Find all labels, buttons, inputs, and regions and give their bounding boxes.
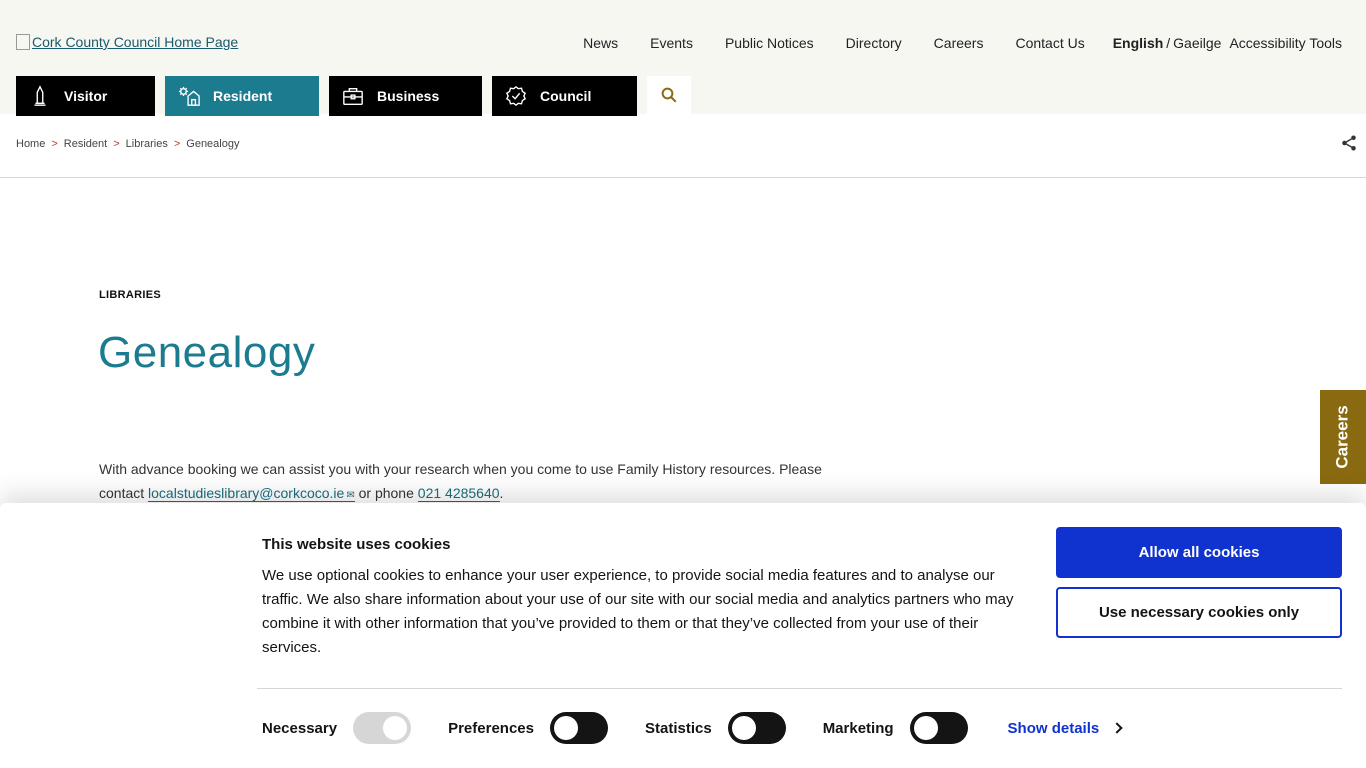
- audience-visitor-button[interactable]: Visitor: [16, 76, 155, 116]
- toggle-marketing[interactable]: [909, 712, 968, 744]
- audience-business-label: Business: [377, 88, 440, 104]
- audience-resident-label: Resident: [213, 88, 273, 104]
- audience-nav: Visitor Resident Business Council: [16, 76, 691, 116]
- lang-irish[interactable]: Gaeilge: [1173, 35, 1221, 51]
- envelope-icon: ✉: [346, 490, 355, 501]
- breadcrumb-genealogy: Genealogy: [186, 138, 240, 150]
- lang-separator: /: [1166, 35, 1171, 51]
- breadcrumb-bar: Home > Resident > Libraries > Genealogy: [0, 114, 1366, 178]
- top-nav: News Events Public Notices Directory Car…: [551, 35, 1342, 51]
- toggle-statistics[interactable]: [727, 712, 786, 744]
- audience-council-label: Council: [540, 88, 592, 104]
- monument-icon: [28, 84, 52, 108]
- toggle-group-preferences: Preferences: [448, 712, 608, 744]
- toggle-marketing-label: Marketing: [822, 719, 894, 737]
- audience-resident-button[interactable]: Resident: [165, 76, 319, 116]
- careers-tab-label: Careers: [1333, 405, 1353, 469]
- breadcrumb-separator: >: [173, 138, 181, 150]
- email-text: localstudieslibrary@corkcoco.ie: [148, 485, 345, 501]
- toggle-group-necessary: Necessary: [262, 712, 412, 744]
- nav-directory[interactable]: Directory: [846, 35, 902, 51]
- toggle-necessary: [353, 712, 412, 744]
- cookie-description: We use optional cookies to enhance your …: [262, 567, 1014, 656]
- breadcrumb-libraries[interactable]: Libraries: [126, 138, 168, 150]
- breadcrumb-separator: >: [51, 138, 58, 150]
- seal-check-icon: [504, 84, 528, 108]
- intro-text-end: .: [499, 485, 504, 501]
- share-button[interactable]: [1340, 134, 1358, 152]
- toggle-necessary-label: Necessary: [262, 719, 338, 737]
- necessary-cookies-only-button[interactable]: Use necessary cookies only: [1056, 587, 1342, 638]
- cookie-toggles: Necessary Preferences Statistics Marketi…: [262, 711, 1123, 745]
- logo-link[interactable]: Cork County Council Home Page: [16, 34, 238, 50]
- show-details-link[interactable]: Show details: [1007, 719, 1123, 737]
- breadcrumb-home[interactable]: Home: [16, 138, 45, 150]
- briefcase-icon: [341, 84, 365, 108]
- nav-careers[interactable]: Careers: [934, 35, 984, 51]
- toggle-group-statistics: Statistics: [645, 712, 786, 744]
- show-details-label: Show details: [1007, 719, 1100, 737]
- chevron-right-icon: [1111, 722, 1123, 734]
- audience-visitor-label: Visitor: [64, 88, 108, 104]
- lang-english[interactable]: English: [1113, 35, 1164, 51]
- logo-text: Cork County Council Home Page: [32, 34, 239, 50]
- phone-link[interactable]: 021 4285640: [417, 485, 500, 502]
- breadcrumb-separator: >: [113, 138, 120, 150]
- cookie-divider: [257, 688, 1342, 689]
- nav-public-notices[interactable]: Public Notices: [725, 35, 814, 51]
- nav-events[interactable]: Events: [650, 35, 693, 51]
- house-gear-icon: [177, 84, 201, 108]
- site-header: Cork County Council Home Page News Event…: [0, 0, 1366, 116]
- page-title: Genealogy: [98, 328, 316, 377]
- audience-business-button[interactable]: Business: [329, 76, 482, 116]
- toggle-statistics-label: Statistics: [644, 719, 712, 737]
- language-switcher: English / Gaeilge: [1113, 35, 1222, 51]
- broken-image-icon: [16, 34, 30, 50]
- cookie-banner: This website uses cookies We use optiona…: [0, 503, 1366, 768]
- nav-contact-us[interactable]: Contact Us: [1015, 35, 1084, 51]
- breadcrumb: Home > Resident > Libraries > Genealogy: [16, 138, 239, 150]
- toggle-preferences[interactable]: [549, 712, 608, 744]
- nav-news[interactable]: News: [583, 35, 618, 51]
- intro-paragraph: With advance booking we can assist you w…: [99, 457, 859, 508]
- search-button[interactable]: [647, 76, 691, 114]
- allow-all-cookies-button[interactable]: Allow all cookies: [1056, 527, 1342, 578]
- breadcrumb-resident[interactable]: Resident: [64, 138, 107, 150]
- cookie-title: This website uses cookies: [262, 536, 451, 553]
- accessibility-tools-link[interactable]: Accessibility Tools: [1229, 35, 1342, 51]
- intro-text-mid: or phone: [354, 485, 418, 501]
- search-icon: [661, 87, 677, 103]
- section-label: LIBRARIES: [99, 289, 161, 301]
- email-link[interactable]: localstudieslibrary@corkcoco.ie ✉: [148, 485, 355, 502]
- toggle-group-marketing: Marketing: [823, 712, 968, 744]
- toggle-preferences-label: Preferences: [448, 719, 534, 737]
- audience-council-button[interactable]: Council: [492, 76, 637, 116]
- share-icon: [1342, 135, 1356, 151]
- careers-side-tab[interactable]: Careers: [1320, 390, 1366, 484]
